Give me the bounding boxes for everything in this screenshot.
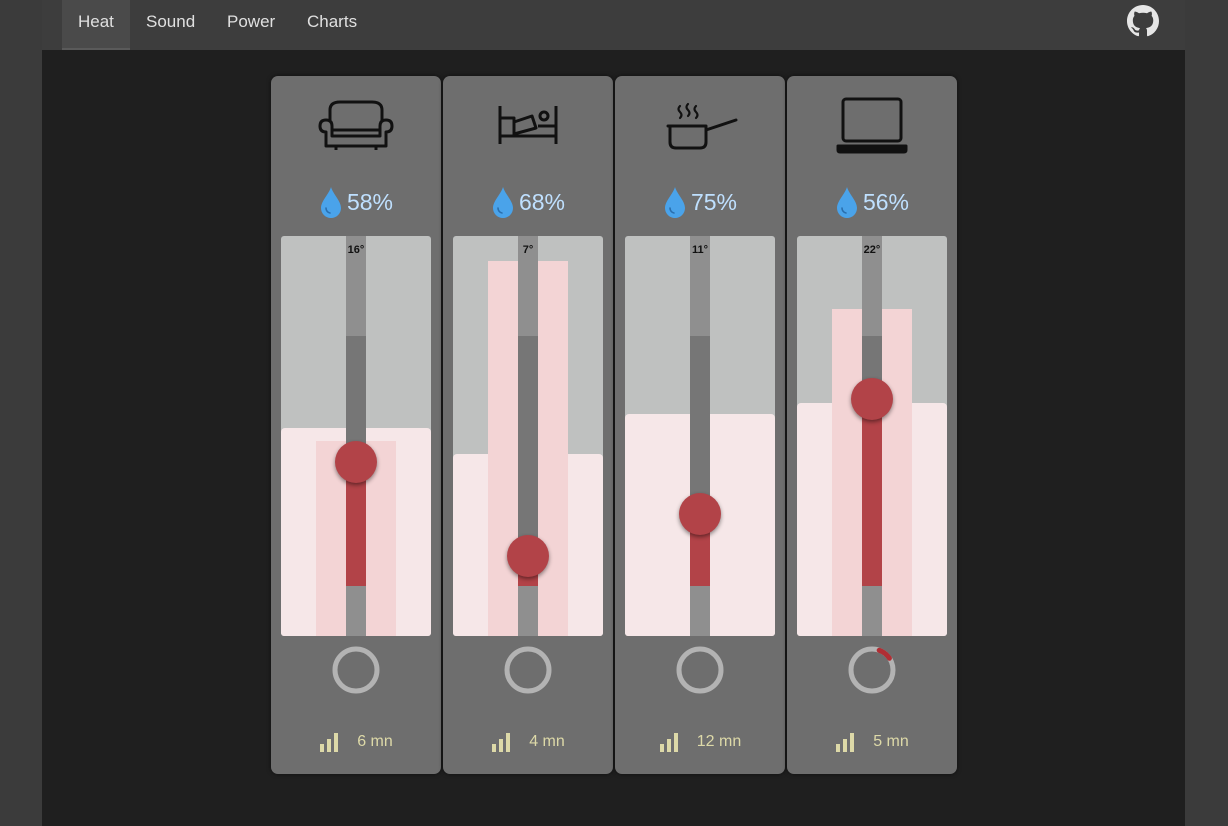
temperature-label: 11° bbox=[691, 244, 709, 256]
humidity-value: 56% bbox=[862, 188, 910, 215]
water-drop-icon bbox=[320, 187, 341, 218]
tab-sound[interactable]: Sound bbox=[130, 0, 211, 50]
slider-knob[interactable] bbox=[507, 535, 549, 577]
sofa-icon bbox=[318, 100, 394, 150]
heating-progress-ring bbox=[676, 646, 724, 694]
heating-progress-ring bbox=[332, 646, 380, 694]
signal-bars-icon bbox=[320, 733, 339, 752]
signal-bars-icon bbox=[836, 733, 855, 752]
room-card-kitchen: 75% 11° 12 mn bbox=[615, 76, 785, 774]
update-info: 6 mn bbox=[271, 730, 441, 754]
room-card-bedroom: 68% 7° 4 mn bbox=[443, 76, 613, 774]
temperature-slider[interactable]: 7° bbox=[453, 236, 603, 636]
signal-bars-icon bbox=[659, 733, 678, 752]
last-update-duration: 4 mn bbox=[529, 733, 565, 750]
last-update-duration: 6 mn bbox=[357, 733, 393, 750]
slider-knob[interactable] bbox=[335, 441, 377, 483]
update-info: 5 mn bbox=[787, 730, 957, 754]
humidity-readout: 56% bbox=[787, 186, 957, 218]
humidity-value: 58% bbox=[346, 188, 394, 215]
top-navbar: Heat Sound Power Charts bbox=[42, 0, 1185, 50]
bed-icon bbox=[498, 106, 558, 144]
room-card-living: 58% 16° 6 mn bbox=[271, 76, 441, 774]
last-update-duration: 5 mn bbox=[873, 733, 909, 750]
tab-heat[interactable]: Heat bbox=[62, 0, 130, 50]
github-icon[interactable] bbox=[1127, 5, 1159, 37]
laptop-icon bbox=[836, 97, 908, 154]
tab-power[interactable]: Power bbox=[211, 0, 291, 50]
update-info: 12 mn bbox=[615, 730, 785, 754]
water-drop-icon bbox=[492, 187, 513, 218]
temperature-label: 22° bbox=[863, 244, 881, 256]
humidity-readout: 75% bbox=[615, 186, 785, 218]
last-update-duration: 12 mn bbox=[696, 733, 742, 750]
humidity-value: 75% bbox=[690, 188, 738, 215]
update-info: 4 mn bbox=[443, 730, 613, 754]
heating-progress-ring bbox=[848, 646, 896, 694]
temperature-slider[interactable]: 16° bbox=[281, 236, 431, 636]
slider-knob[interactable] bbox=[679, 493, 721, 535]
humidity-readout: 68% bbox=[443, 186, 613, 218]
room-card-office: 56% 22° 5 mn bbox=[787, 76, 957, 774]
humidity-value: 68% bbox=[518, 188, 566, 215]
temperature-slider[interactable]: 11° bbox=[625, 236, 775, 636]
humidity-readout: 58% bbox=[271, 186, 441, 218]
water-drop-icon bbox=[836, 187, 857, 218]
cooking-icon bbox=[666, 102, 738, 150]
temperature-slider[interactable]: 22° bbox=[797, 236, 947, 636]
heating-progress-ring bbox=[504, 646, 552, 694]
slider-knob[interactable] bbox=[851, 378, 893, 420]
tab-charts[interactable]: Charts bbox=[291, 0, 373, 50]
app-frame: Heat Sound Power Charts 58% 16° 6 mn 68%… bbox=[42, 0, 1185, 826]
slider-value-track bbox=[862, 400, 882, 586]
signal-bars-icon bbox=[492, 733, 511, 752]
temperature-label: 16° bbox=[347, 244, 365, 256]
temperature-label: 7° bbox=[522, 244, 534, 256]
water-drop-icon bbox=[664, 187, 685, 218]
